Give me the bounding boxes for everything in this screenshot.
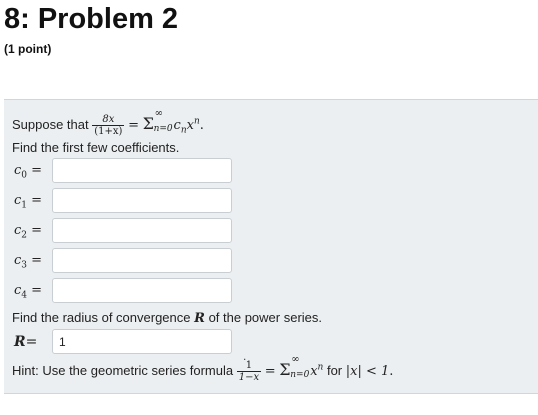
fraction-numerator: 8x (92, 114, 125, 127)
radius-prompt: Find the radius of convergence R of the … (12, 310, 323, 326)
intro-text: Suppose that (12, 117, 89, 132)
summation: Σ ∞ n=0 (142, 108, 173, 134)
radius-input[interactable] (52, 329, 232, 354)
page-title: 8: Problem 2 (4, 3, 179, 35)
coef-label-4: c4 = (14, 283, 43, 301)
sum-upper: ∞ (154, 108, 163, 119)
problem-panel: Suppose that 8x (1+x) = Σ ∞ n=0 cnxn. Fi… (4, 99, 538, 394)
fraction: 8x (1+x) (92, 114, 125, 138)
coef-label-3: c3 = (14, 253, 43, 271)
equals-sign: = (128, 118, 139, 133)
coef-input-1[interactable] (52, 188, 232, 213)
coef-input-3[interactable] (52, 248, 232, 273)
hint-summation: Σ ∞ n=0 (279, 354, 310, 380)
series-term: cnxn (173, 116, 200, 136)
find-coefficients-text: Find the first few coefficients. (12, 140, 180, 155)
hint-text: Hint: Use the geometric series formula 1… (12, 354, 394, 384)
radius-label: R= (14, 334, 38, 350)
coef-input-2[interactable] (52, 218, 232, 243)
fraction-denominator: (1+x) (94, 126, 123, 138)
series-statement: Suppose that 8x (1+x) = Σ ∞ n=0 cnxn. (12, 108, 204, 138)
hint-fraction: 1 1−x (236, 360, 262, 384)
points-label: (1 point) (4, 42, 52, 56)
coef-input-0[interactable] (52, 158, 232, 183)
coef-input-4[interactable] (52, 278, 232, 303)
sum-lower: n=0 (153, 124, 173, 134)
sigma-symbol: Σ (142, 114, 154, 133)
coef-label-1: c1 = (14, 193, 43, 211)
coef-label-2: c2 = (14, 223, 43, 241)
coef-label-0: c0 = (14, 163, 43, 181)
